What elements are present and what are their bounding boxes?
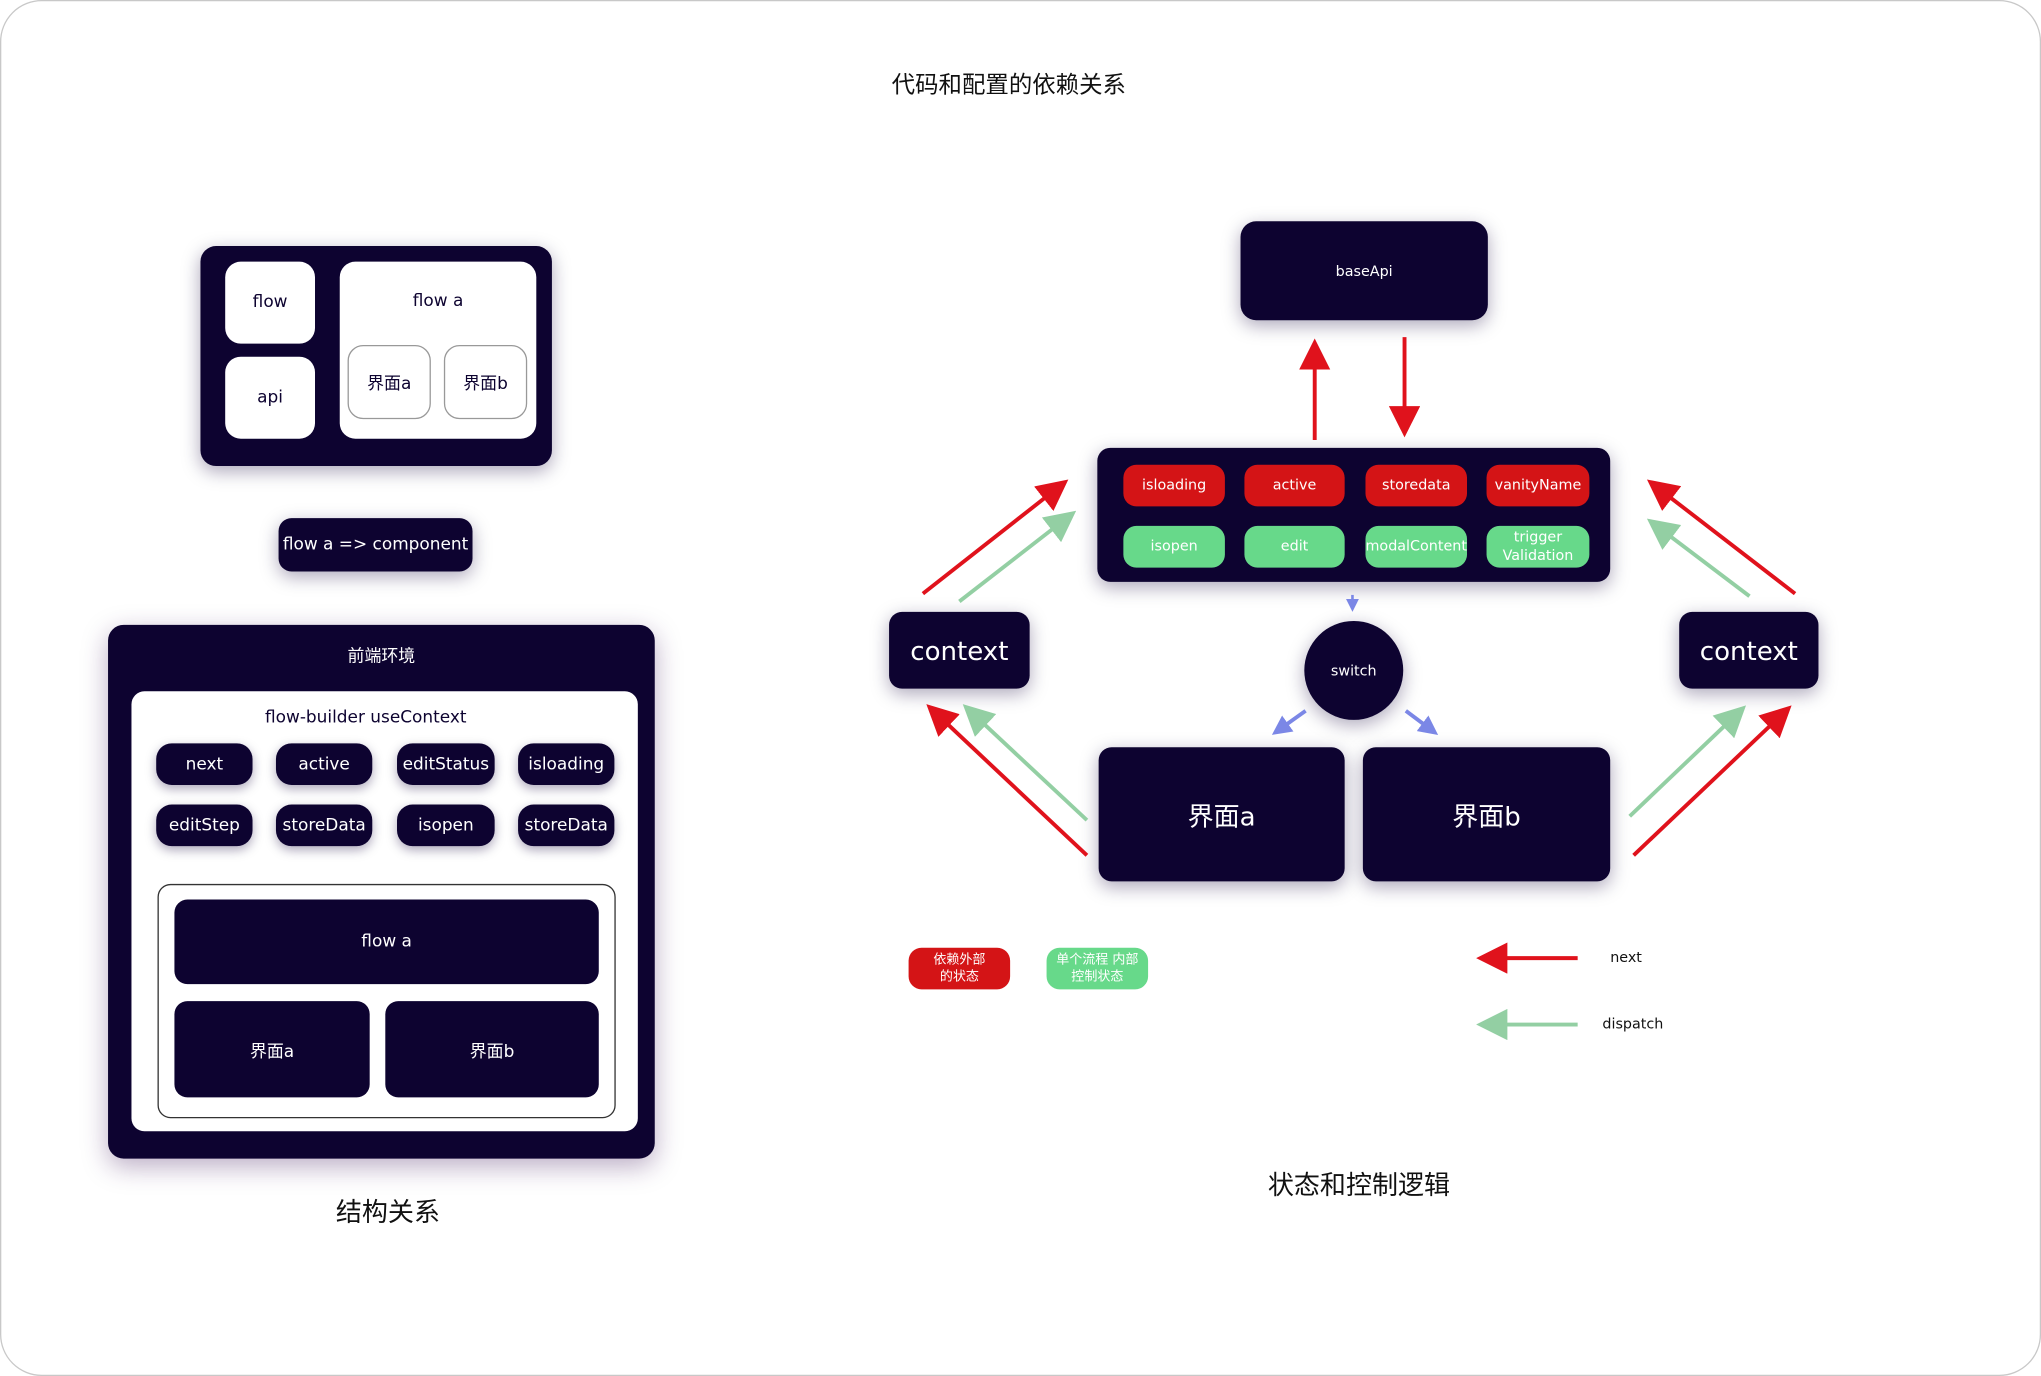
arrow-screen-b-to-context-next — [1632, 705, 1792, 857]
arrow-switch-to-screen-b — [1404, 709, 1439, 735]
arrow-context-right-to-state-dispatch — [1646, 518, 1751, 598]
arrows-layer — [921, 337, 1797, 1041]
arrow-screen-a-to-context-dispatch — [962, 704, 1089, 822]
arrow-context-left-to-state-dispatch — [958, 510, 1077, 603]
arrow-switch-to-screen-a — [1271, 709, 1307, 735]
arrow-screen-b-to-context-dispatch — [1628, 705, 1747, 818]
diagram-stage: 代码和配置的依赖关系 flow api flow a 界面a 界面b flow … — [0, 0, 2041, 1376]
arrow-screen-a-to-context-next — [926, 704, 1089, 857]
